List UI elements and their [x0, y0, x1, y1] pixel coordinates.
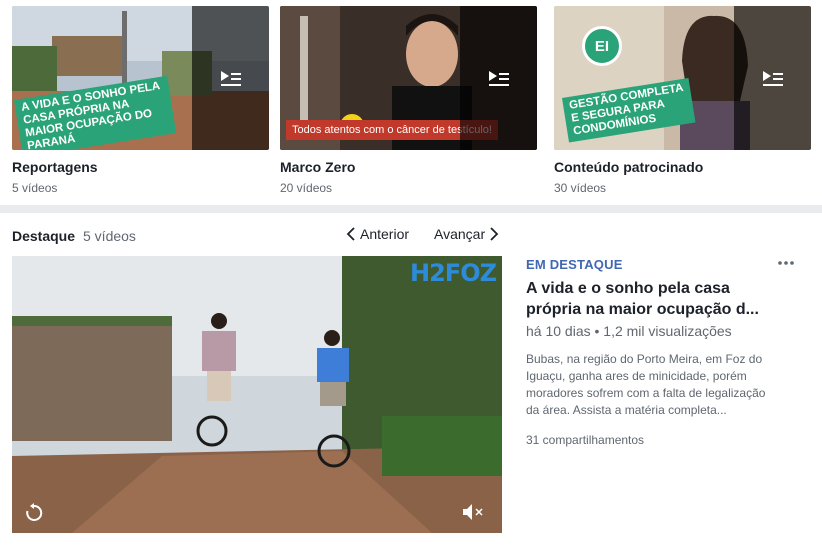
- chevron-left-icon: [346, 227, 355, 241]
- playlist-title[interactable]: Reportagens: [12, 159, 269, 175]
- playlist-play-icon: [762, 71, 783, 86]
- playlist-video-count: 5 vídeos: [12, 181, 58, 195]
- playlist-card-conteudo-patrocinado[interactable]: EI Gestão completa e segura para condomí…: [554, 6, 811, 195]
- playlist-thumbnail[interactable]: A vida e o sonho pela casa própria na ma…: [12, 6, 269, 150]
- playlist-thumbnail[interactable]: EI Gestão completa e segura para condomí…: [554, 6, 811, 150]
- playlist-thumbnail[interactable]: Todos atentos com o câncer de testículo!: [280, 6, 537, 150]
- next-button[interactable]: Avançar: [434, 226, 499, 242]
- section-title: Destaque: [12, 228, 76, 244]
- playlist-play-icon: [220, 71, 241, 86]
- video-player[interactable]: H2FOZ: [12, 256, 502, 533]
- replay-icon[interactable]: [24, 503, 44, 523]
- video-frame: [12, 256, 502, 533]
- brand-badge: EI: [582, 26, 622, 66]
- featured-video-title[interactable]: A vida e o sonho pela casa própria na ma…: [526, 278, 776, 320]
- playlist-title[interactable]: Marco Zero: [280, 159, 537, 175]
- featured-label: EM DESTAQUE: [526, 257, 623, 272]
- playlist-overlay[interactable]: [460, 6, 537, 150]
- playlist-video-count: 20 vídeos: [280, 181, 333, 195]
- playlist-card-reportagens[interactable]: A vida e o sonho pela casa própria na ma…: [12, 6, 269, 195]
- channel-watermark: H2FOZ: [410, 259, 497, 287]
- previous-button[interactable]: Anterior: [346, 226, 409, 242]
- share-count[interactable]: 31 compartilhamentos: [526, 433, 776, 447]
- playlist-play-icon: [488, 71, 509, 86]
- featured-section: Destaque 5 vídeos Anterior Avançar H2FOZ…: [0, 213, 822, 549]
- playlist-video-count: 30 vídeos: [554, 181, 607, 195]
- playlist-row: A vida e o sonho pela casa própria na ma…: [0, 0, 822, 205]
- previous-label: Anterior: [360, 226, 410, 242]
- featured-video-meta: há 10 dias • 1,2 mil visualizações: [526, 323, 732, 339]
- chevron-right-icon: [490, 227, 499, 241]
- next-label: Avançar: [434, 226, 486, 242]
- featured-video-description: Bubas, na região do Porto Meira, em Foz …: [526, 352, 766, 417]
- playlist-title[interactable]: Conteúdo patrocinado: [554, 159, 811, 175]
- volume-muted-icon[interactable]: [462, 503, 486, 521]
- playlist-card-marco-zero[interactable]: Todos atentos com o câncer de testículo!…: [280, 6, 537, 195]
- playlist-overlay[interactable]: [734, 6, 811, 150]
- section-video-count: 5 vídeos: [83, 228, 136, 244]
- playlist-overlay[interactable]: [192, 6, 269, 150]
- featured-video-info: EM DESTAQUE A vida e o sonho pela casa p…: [526, 257, 776, 447]
- more-options-icon[interactable]: [777, 259, 795, 267]
